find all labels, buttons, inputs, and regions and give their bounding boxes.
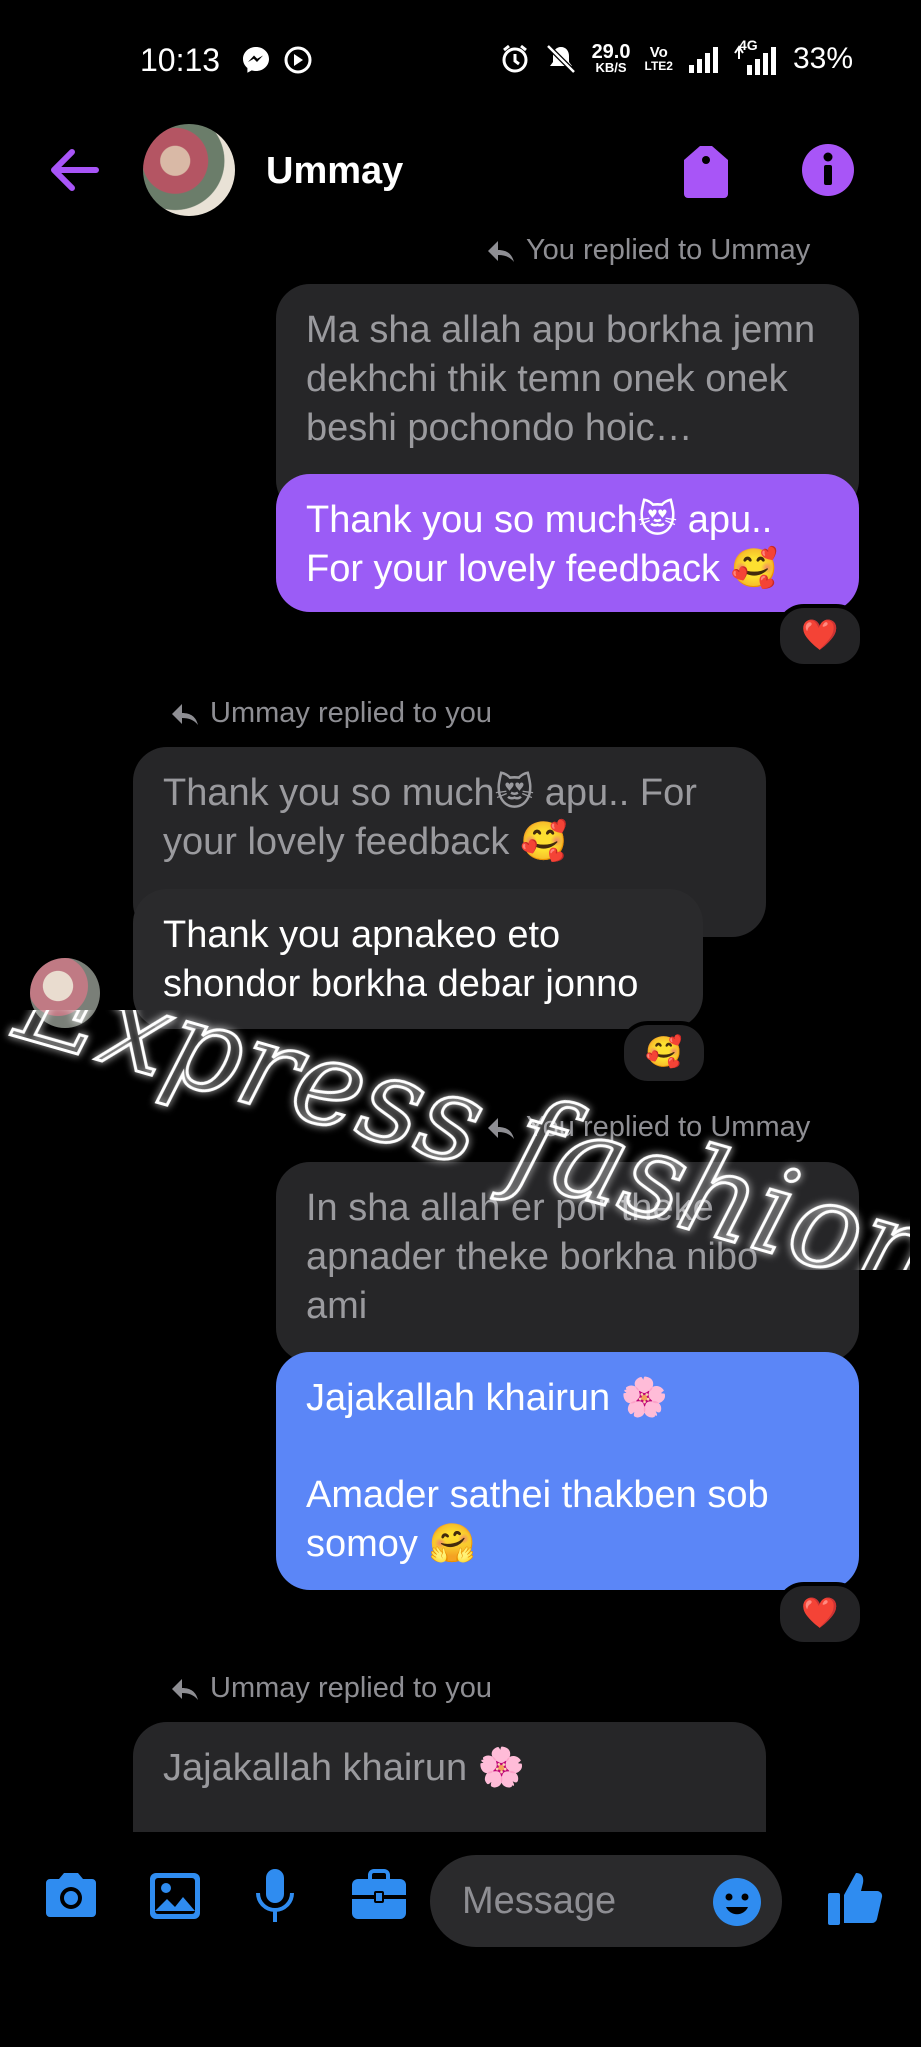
signal-icon — [688, 47, 718, 73]
status-time: 10:13 — [140, 42, 221, 78]
reply-arrow-icon — [172, 703, 198, 725]
sent-message[interactable]: Thank you so much😻 apu.. For your lovely… — [276, 474, 859, 612]
thumbs-up-icon[interactable] — [826, 1867, 886, 1929]
net-speed-value: 29.0 — [591, 41, 631, 63]
tag-icon[interactable] — [680, 144, 732, 200]
contact-avatar[interactable] — [143, 124, 235, 216]
emoji-icon[interactable] — [712, 1877, 762, 1927]
chat-header: Ummay — [0, 120, 921, 220]
info-icon[interactable] — [800, 142, 856, 198]
network-type: 4G — [738, 37, 758, 53]
microphone-icon[interactable] — [244, 1865, 306, 1927]
back-arrow-icon[interactable] — [44, 140, 104, 200]
reaction-heart[interactable]: ❤️ — [776, 604, 864, 668]
alarm-icon — [502, 44, 528, 73]
sent-message[interactable]: Jajakallah khairun 🌸 Amader sathei thakb… — [276, 1352, 859, 1590]
battery-percent: 33% — [792, 42, 853, 75]
timer-notification-icon — [284, 46, 312, 74]
volte-bottom: LTE2 — [644, 59, 673, 73]
reply-label-text: You replied to Ummay — [526, 234, 811, 266]
reply-label-text: Ummay replied to you — [210, 697, 493, 729]
silent-bell-icon — [545, 44, 576, 74]
reply-label-text: You replied to Ummay — [526, 1111, 811, 1143]
quoted-message[interactable]: Jajakallah khairun 🌸 — [133, 1722, 766, 1832]
volte-top: Vo — [649, 44, 668, 61]
reply-arrow-icon — [172, 1678, 198, 1700]
net-speed: 29.0 KB/S — [591, 41, 631, 75]
reply-arrow-icon — [488, 1117, 514, 1139]
reply-label: Ummay replied to you — [170, 1672, 492, 1705]
signal-4g: 4G — [733, 37, 779, 75]
reply-label: You replied to Ummay — [486, 234, 810, 267]
net-speed-unit: KB/S — [595, 60, 627, 75]
sent-message-line: Jajakallah khairun 🌸 — [306, 1377, 669, 1419]
quoted-message[interactable]: In sha allah er por theke apnader theke … — [276, 1162, 859, 1362]
contact-small-avatar — [30, 958, 100, 1028]
status-bar: 10:13 29.0 KB/S Vo LTE2 4G 33% — [0, 0, 921, 120]
reaction-heart[interactable]: ❤️ — [776, 1582, 864, 1646]
reply-arrow-icon — [488, 240, 514, 262]
briefcase-icon[interactable] — [348, 1865, 410, 1927]
received-message[interactable]: Thank you apnakeo eto shondor borkha deb… — [133, 889, 703, 1029]
sent-message-line: Amader sathei thakben sob somoy 🤗 — [306, 1474, 769, 1565]
contact-name[interactable]: Ummay — [266, 150, 403, 193]
message-composer: Message — [0, 1835, 921, 1965]
status-right-group: 29.0 KB/S Vo LTE2 4G 33% — [500, 37, 853, 76]
reply-label: Ummay replied to you — [170, 697, 492, 730]
reply-label: You replied to Ummay — [486, 1111, 810, 1144]
camera-icon[interactable] — [40, 1865, 102, 1927]
messenger-notification-icon — [243, 47, 269, 73]
gallery-icon[interactable] — [144, 1865, 206, 1927]
reaction-smile[interactable]: 🥰 — [620, 1021, 708, 1085]
reply-label-text: Ummay replied to you — [210, 1672, 493, 1704]
volte-indicator: Vo LTE2 — [645, 45, 673, 73]
